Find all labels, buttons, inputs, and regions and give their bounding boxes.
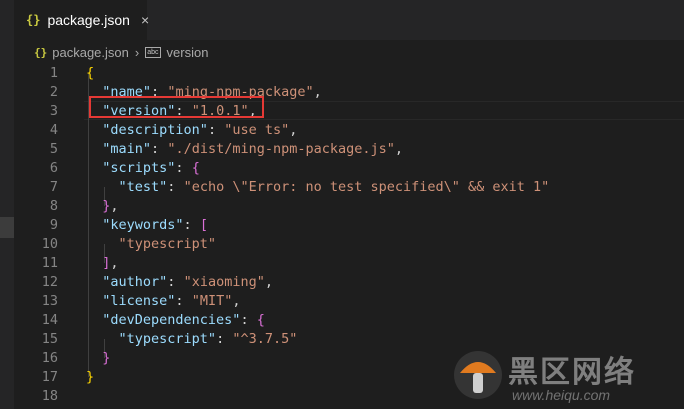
watermark: 黑区网络 www.heiqu.com <box>452 345 684 409</box>
json-key: "keywords" <box>102 217 184 233</box>
line-number: 1 <box>49 65 58 81</box>
json-file-icon: {} <box>34 45 48 59</box>
code-line: 5 "main": "./dist/ming-npm-package.js", <box>14 140 684 159</box>
json-key: "author" <box>102 274 168 290</box>
code-line: 8 }, <box>14 197 684 216</box>
json-key: "main" <box>102 141 152 157</box>
line-number: 9 <box>49 217 58 233</box>
json-key: "test" <box>118 179 168 195</box>
json-key: "license" <box>102 293 176 309</box>
tab-package-json[interactable]: {} package.json × <box>14 0 149 40</box>
close-icon[interactable]: × <box>141 12 149 28</box>
line-number: 11 <box>41 255 58 271</box>
line-number: 17 <box>41 369 58 385</box>
code-line: 12 "author": "xiaoming", <box>14 273 684 292</box>
line-number: 14 <box>41 312 58 328</box>
line-number: 18 <box>41 388 58 404</box>
mushroom-logo-icon <box>454 351 502 399</box>
line-number: 10 <box>41 236 58 252</box>
json-value: "echo \"Error: no test specified\" && ex… <box>183 179 550 195</box>
watermark-url: www.heiqu.com <box>512 387 611 403</box>
chevron-right-icon: › <box>134 44 140 60</box>
version-highlight-box <box>89 96 264 118</box>
code-line: 9 "keywords": [ <box>14 216 684 235</box>
gutter-highlight <box>0 217 14 238</box>
json-braces-icon: {} <box>26 13 41 27</box>
line-number: 3 <box>49 103 58 119</box>
json-value: "use ts" <box>224 122 290 138</box>
json-key: "devDependencies" <box>102 312 241 328</box>
line-number: 12 <box>41 274 58 290</box>
string-symbol-icon: abc <box>145 46 161 58</box>
json-key: "scripts" <box>102 160 176 176</box>
json-key: "typescript" <box>118 331 217 347</box>
line-number: 2 <box>49 84 58 100</box>
json-value: "./dist/ming-npm-package.js" <box>167 141 395 157</box>
line-number: 8 <box>49 198 58 214</box>
code-line: 1{ <box>14 64 684 83</box>
code-line: 14 "devDependencies": { <box>14 311 684 330</box>
breadcrumb: {} package.json › abc version <box>14 40 684 64</box>
code-line: 7 "test": "echo \"Error: no test specifi… <box>14 178 684 197</box>
line-number: 13 <box>41 293 58 309</box>
json-key: "description" <box>102 122 208 138</box>
line-number: 7 <box>49 179 58 195</box>
line-number: 16 <box>41 350 58 366</box>
code-line: 11 ], <box>14 254 684 273</box>
code-line: 10 "typescript" <box>14 235 684 254</box>
breadcrumb-file[interactable]: package.json <box>52 45 129 60</box>
code-line: 13 "license": "MIT", <box>14 292 684 311</box>
line-number: 4 <box>49 122 58 138</box>
line-number: 15 <box>41 331 58 347</box>
tab-bar: {} package.json × <box>14 0 684 40</box>
json-value: "^3.7.5" <box>232 331 298 347</box>
watermark-text: 黑区网络 <box>508 356 636 389</box>
activity-gutter <box>0 0 14 409</box>
json-value: "xiaoming" <box>183 274 265 290</box>
json-value: "MIT" <box>191 293 233 309</box>
tab-title: package.json <box>47 12 130 28</box>
json-value: "typescript" <box>118 236 217 252</box>
breadcrumb-symbol[interactable]: version <box>167 45 209 60</box>
line-number: 6 <box>49 160 58 176</box>
code-line: 6 "scripts": { <box>14 159 684 178</box>
line-number: 5 <box>49 141 58 157</box>
code-line: 4 "description": "use ts", <box>14 121 684 140</box>
